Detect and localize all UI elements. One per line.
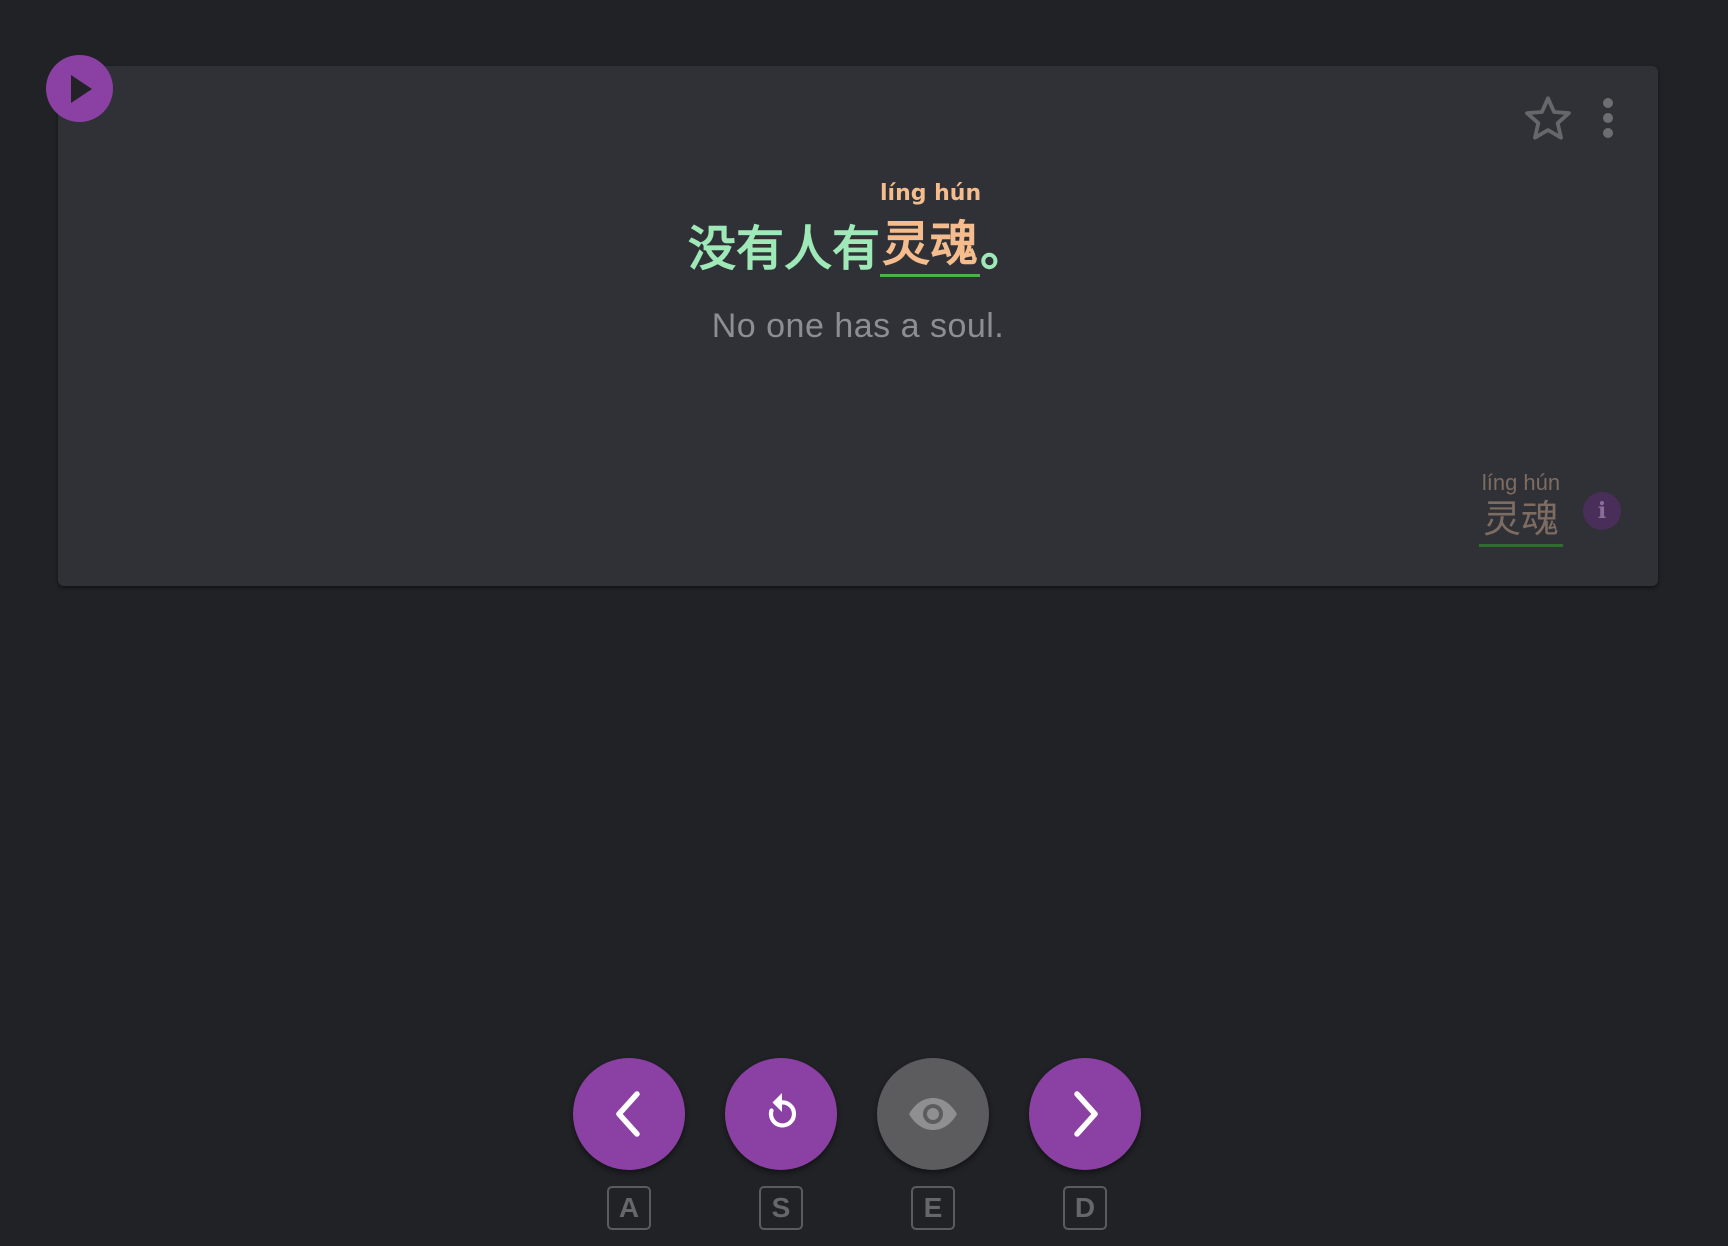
- control-replay: S: [725, 1058, 837, 1230]
- reveal-button[interactable]: [877, 1058, 989, 1170]
- sentence-block: 没有人有 líng hún 灵魂 。 No one has a soul.: [58, 182, 1658, 346]
- target-pinyin: líng hún: [879, 181, 982, 206]
- chevron-right-icon: [1074, 1091, 1098, 1137]
- shortcut-key-e: E: [911, 1186, 955, 1230]
- replay-icon: [768, 1093, 797, 1128]
- play-audio-button[interactable]: [46, 55, 113, 122]
- shortcut-key-d: D: [1063, 1186, 1107, 1230]
- vocab-hanzi: 灵魂: [1478, 496, 1563, 547]
- chevron-left-icon: [616, 1091, 640, 1137]
- replay-button[interactable]: [725, 1058, 837, 1170]
- next-button[interactable]: [1029, 1058, 1141, 1170]
- more-options-icon[interactable]: [1596, 94, 1620, 142]
- flashcard-controls: A S E D: [573, 1058, 1147, 1238]
- previous-button[interactable]: [573, 1058, 685, 1170]
- sentence-punctuation: 。: [980, 221, 1029, 277]
- vocab-word: líng hún 灵魂: [1471, 470, 1571, 547]
- sentence-text: 没有人有: [687, 221, 880, 277]
- control-previous: A: [573, 1058, 685, 1230]
- target-word[interactable]: líng hún 灵魂: [879, 182, 981, 277]
- chinese-sentence: 没有人有 líng hún 灵魂 。: [687, 182, 1029, 277]
- play-icon: [70, 74, 92, 103]
- shortcut-key-a: A: [607, 1186, 651, 1230]
- control-next: D: [1029, 1058, 1141, 1230]
- control-reveal: E: [877, 1058, 989, 1230]
- star-icon[interactable]: [1521, 92, 1575, 146]
- eye-icon: [909, 1098, 957, 1130]
- shortcut-key-s: S: [759, 1186, 803, 1230]
- target-word-text: 灵魂: [881, 216, 978, 272]
- sentence-card: 没有人有 líng hún 灵魂 。 No one has a soul. lí…: [58, 66, 1658, 586]
- info-icon[interactable]: i: [1583, 492, 1621, 530]
- vocab-pinyin: líng hún: [1481, 470, 1561, 495]
- english-translation: No one has a soul.: [711, 307, 1005, 345]
